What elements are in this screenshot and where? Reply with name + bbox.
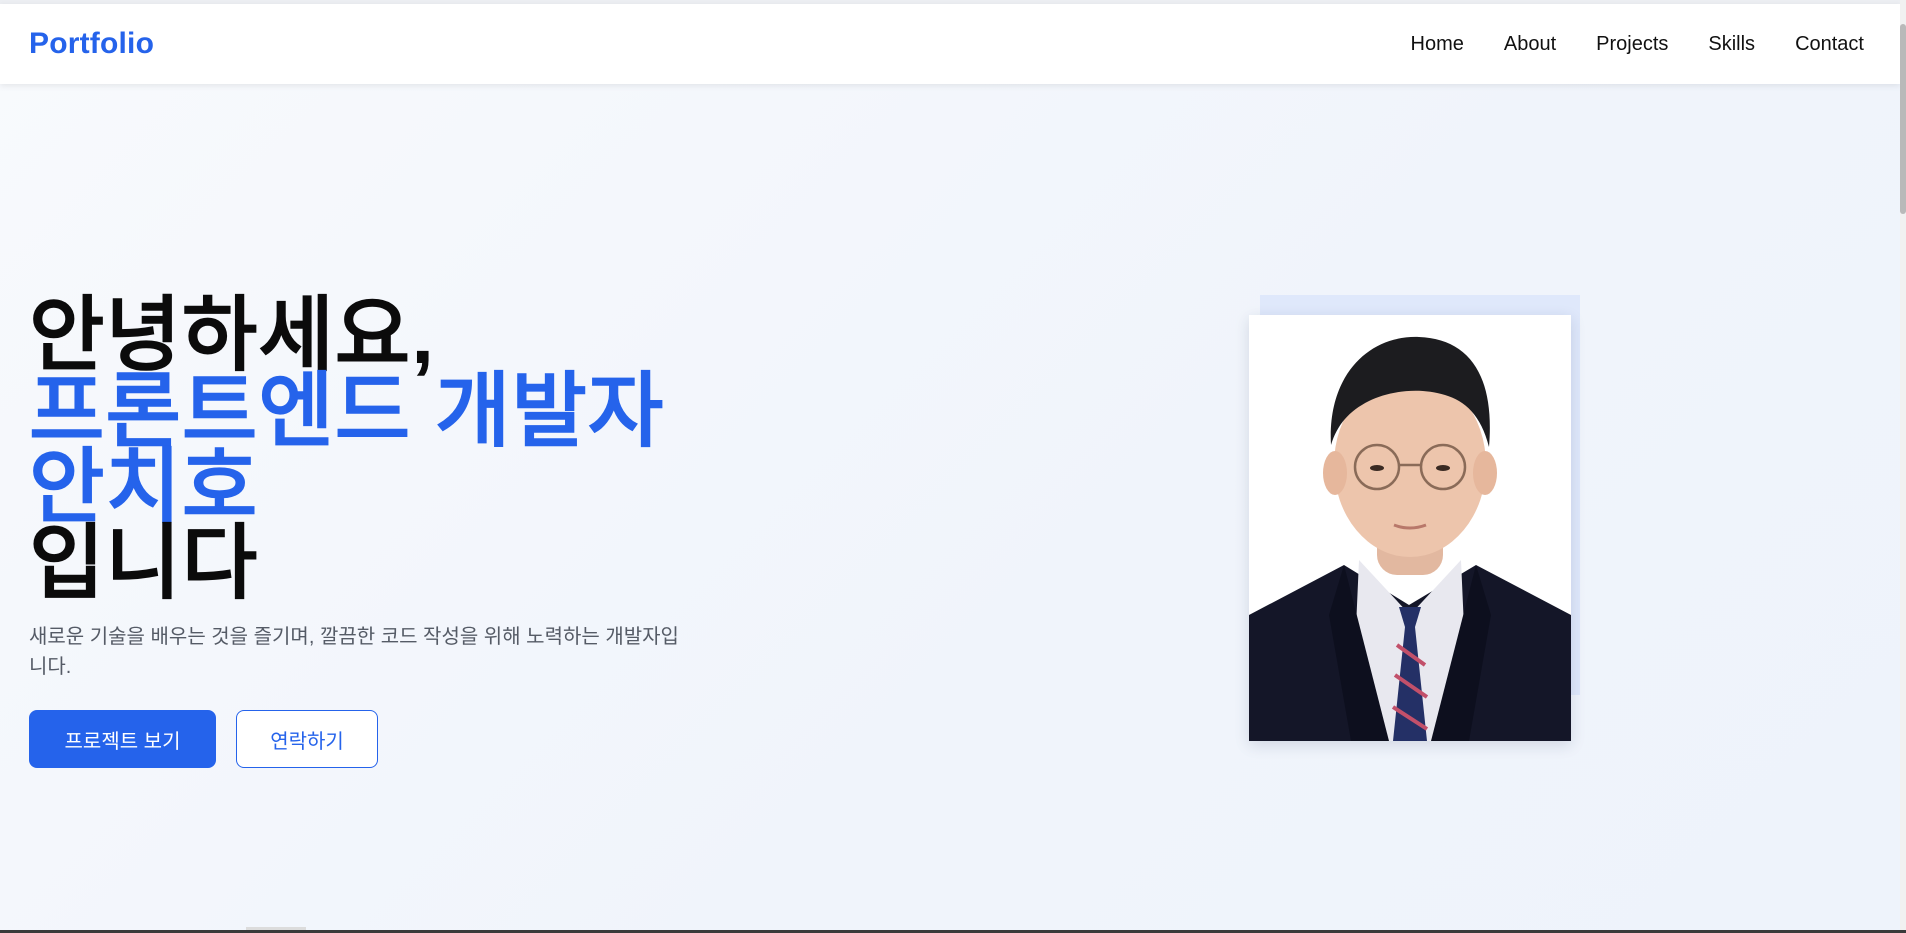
headline-greeting: 안녕하세요, <box>29 290 435 381</box>
nav-link-about[interactable]: About <box>1504 33 1556 56</box>
hero-section: 안녕하세요, 프론트엔드 개발자 안치호 입니다 새로운 기술을 배우는 것을 … <box>29 290 719 768</box>
headline-role: 프론트엔드 개발자 <box>29 366 665 457</box>
hero-description: 새로운 기술을 배우는 것을 즐기며, 깔끔한 코드 작성을 위해 노력하는 개… <box>29 626 679 678</box>
profile-photo-illustration <box>1249 315 1571 741</box>
hero-buttons: 프로젝트 보기 연락하기 <box>29 710 719 768</box>
nav-link-skills[interactable]: Skills <box>1708 33 1755 56</box>
logo[interactable]: Portfolio <box>29 27 154 61</box>
headline-ending: 입니다 <box>29 518 259 609</box>
view-projects-button[interactable]: 프로젝트 보기 <box>29 710 216 768</box>
hero-headline: 안녕하세요, 프론트엔드 개발자 안치호 입니다 <box>29 290 719 609</box>
nav-link-home[interactable]: Home <box>1411 33 1464 56</box>
nav-link-projects[interactable]: Projects <box>1596 33 1668 56</box>
navbar: Portfolio Home About Projects Skills Con… <box>0 4 1900 84</box>
contact-button[interactable]: 연락하기 <box>236 710 378 768</box>
scrollbar-thumb[interactable] <box>1900 24 1906 214</box>
nav-links: Home About Projects Skills Contact <box>1411 33 1864 56</box>
page-scrollbar[interactable] <box>1900 0 1906 933</box>
nav-link-contact[interactable]: Contact <box>1795 33 1864 56</box>
bottom-indicator <box>246 927 306 930</box>
page: Portfolio Home About Projects Skills Con… <box>0 0 1906 933</box>
profile-photo <box>1249 315 1571 741</box>
headline-name: 안치호 <box>29 442 259 533</box>
